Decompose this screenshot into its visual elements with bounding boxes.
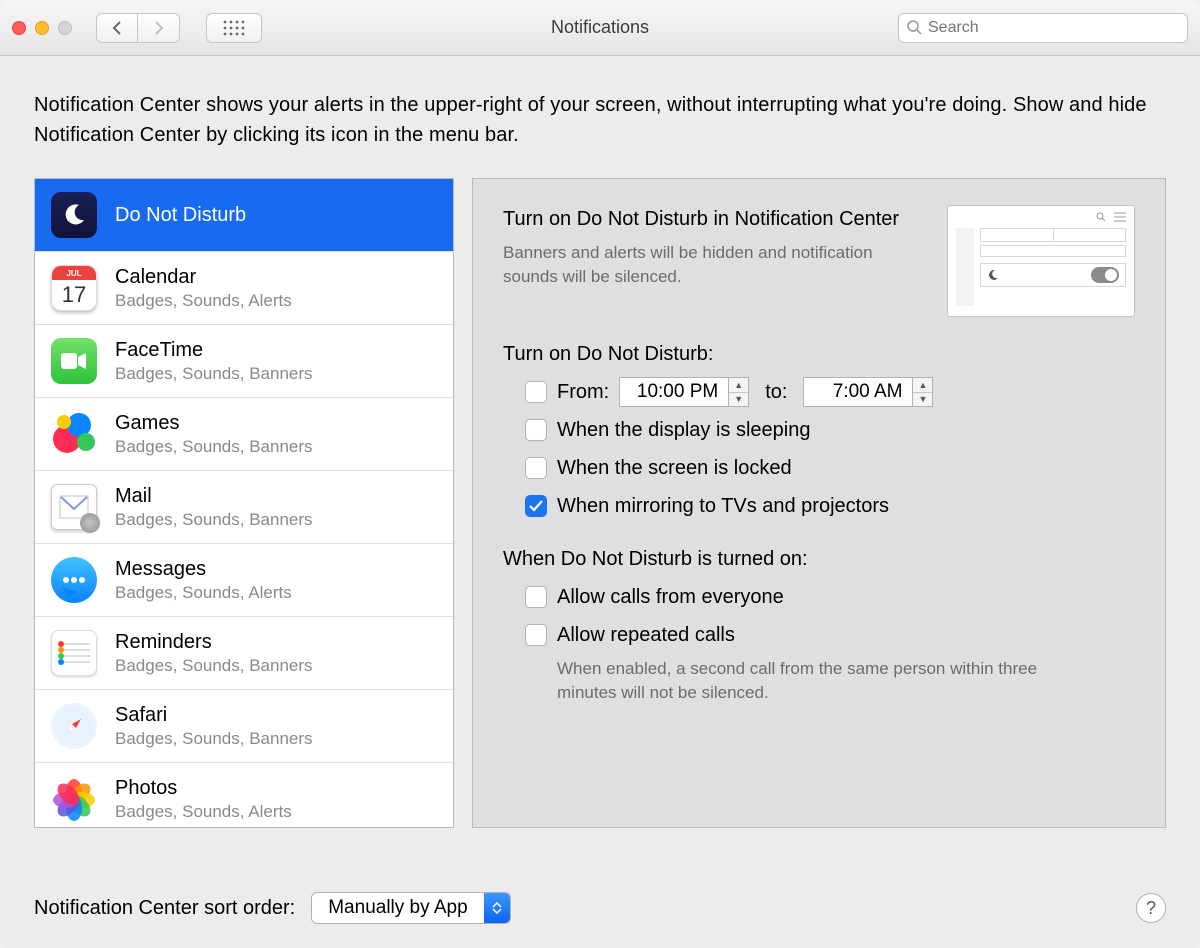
select-arrows-icon — [484, 893, 510, 923]
label-allow-everyone: Allow calls from everyone — [557, 586, 784, 609]
sidebar-item-label: FaceTime — [115, 339, 313, 362]
sidebar-item-label: Calendar — [115, 266, 292, 289]
search-input[interactable] — [928, 19, 1179, 37]
checkmark-icon — [529, 500, 543, 512]
sidebar-item-reminders[interactable]: .ic-rem .line:nth-child(1)::before{backg… — [35, 617, 453, 690]
checkbox-mirroring[interactable] — [525, 495, 547, 517]
sidebar-item-sub: Badges, Sounds, Banners — [115, 510, 313, 530]
sidebar-item-sub: Badges, Sounds, Alerts — [115, 291, 292, 311]
sidebar-item-label: Messages — [115, 558, 292, 581]
mail-icon — [51, 484, 97, 530]
stepper-down-icon[interactable]: ▼ — [913, 393, 932, 407]
stepper-up-icon[interactable]: ▲ — [729, 378, 748, 393]
stepper-up-icon[interactable]: ▲ — [913, 378, 932, 393]
intro-text: Notification Center shows your alerts in… — [34, 90, 1166, 150]
sidebar-item-messages[interactable]: Messages Badges, Sounds, Alerts — [35, 544, 453, 617]
list-icon — [1114, 212, 1126, 222]
search-icon — [907, 20, 922, 35]
detail-panel: Turn on Do Not Disturb in Notification C… — [472, 178, 1166, 828]
notifications-preference-pane: { "window": { "title": "Notifications" }… — [0, 0, 1200, 948]
game-center-icon — [51, 411, 97, 457]
checkbox-allow-repeated[interactable] — [525, 624, 547, 646]
checkbox-screen-locked[interactable] — [525, 457, 547, 479]
messages-icon — [51, 557, 97, 603]
sidebar-item-mail[interactable]: Mail Badges, Sounds, Banners — [35, 471, 453, 544]
zoom-window-button[interactable] — [58, 21, 72, 35]
detail-heading: Turn on Do Not Disturb in Notification C… — [503, 205, 921, 233]
detail-subheading: Banners and alerts will be hidden and no… — [503, 241, 903, 289]
dnd-preview-graphic — [947, 205, 1135, 317]
section-turn-on-title: Turn on Do Not Disturb: — [503, 343, 1135, 366]
content-area: Notification Center shows your alerts in… — [0, 56, 1200, 828]
sidebar-item-label: Reminders — [115, 631, 313, 654]
safari-icon — [51, 703, 97, 749]
panels: Do Not Disturb JUL17 Calendar Badges, So… — [34, 178, 1166, 828]
sort-order-label: Notification Center sort order: — [34, 897, 295, 920]
window-controls — [12, 21, 72, 35]
sort-order-select[interactable]: Manually by App — [311, 892, 510, 924]
sort-order-value: Manually by App — [312, 897, 483, 919]
search-field[interactable] — [898, 13, 1188, 43]
app-list[interactable]: Do Not Disturb JUL17 Calendar Badges, So… — [34, 178, 454, 828]
repeated-help-text: When enabled, a second call from the sam… — [557, 657, 1097, 705]
sidebar-item-calendar[interactable]: JUL17 Calendar Badges, Sounds, Alerts — [35, 252, 453, 325]
checkbox-from-time[interactable] — [525, 381, 547, 403]
titlebar: Notifications — [0, 0, 1200, 56]
forward-button[interactable] — [138, 13, 180, 43]
sidebar-item-sub: Badges, Sounds, Alerts — [115, 802, 292, 822]
label-allow-repeated: Allow repeated calls — [557, 624, 735, 647]
label-display-sleeping: When the display is sleeping — [557, 419, 810, 442]
chevron-left-icon — [111, 21, 123, 35]
search-icon — [1096, 212, 1106, 222]
sidebar-item-label: Photos — [115, 777, 292, 800]
close-window-button[interactable] — [12, 21, 26, 35]
section-when-on-title: When Do Not Disturb is turned on: — [503, 548, 1135, 571]
stepper-down-icon[interactable]: ▼ — [729, 393, 748, 407]
sidebar-item-sub: Badges, Sounds, Banners — [115, 364, 313, 384]
sidebar-item-label: Safari — [115, 704, 313, 727]
show-all-button[interactable] — [206, 13, 262, 43]
photos-icon — [51, 777, 97, 823]
to-label: to: — [765, 381, 787, 404]
sidebar-item-label: Games — [115, 412, 313, 435]
moon-icon — [51, 192, 97, 238]
nav-segment — [96, 13, 180, 43]
sidebar-item-photos[interactable]: Photos Badges, Sounds, Alerts — [35, 763, 453, 828]
from-time-value[interactable]: 10:00 PM — [619, 377, 729, 407]
label-screen-locked: When the screen is locked — [557, 457, 792, 480]
toggle-icon — [1091, 267, 1119, 283]
to-time-value[interactable]: 7:00 AM — [803, 377, 913, 407]
bottom-bar: Notification Center sort order: Manually… — [34, 892, 1166, 924]
sidebar-item-games[interactable]: Games Badges, Sounds, Banners — [35, 398, 453, 471]
calendar-icon: JUL17 — [51, 265, 97, 311]
moon-icon — [987, 269, 999, 281]
chevron-right-icon — [153, 21, 165, 35]
sidebar-item-label: Mail — [115, 485, 313, 508]
to-time-stepper[interactable]: 7:00 AM ▲▼ — [803, 377, 933, 407]
facetime-icon — [51, 338, 97, 384]
sidebar-item-dnd[interactable]: Do Not Disturb — [35, 179, 453, 252]
sidebar-item-sub: Badges, Sounds, Banners — [115, 729, 313, 749]
checkbox-display-sleeping[interactable] — [525, 419, 547, 441]
from-time-stepper[interactable]: 10:00 PM ▲▼ — [619, 377, 749, 407]
from-label: From: — [557, 381, 609, 404]
reminders-icon: .ic-rem .line:nth-child(1)::before{backg… — [51, 630, 97, 676]
grid-icon — [223, 20, 245, 36]
sidebar-item-label: Do Not Disturb — [115, 204, 246, 227]
help-button[interactable]: ? — [1136, 893, 1166, 923]
sidebar-item-sub: Badges, Sounds, Alerts — [115, 583, 292, 603]
checkbox-allow-everyone[interactable] — [525, 586, 547, 608]
label-mirroring: When mirroring to TVs and projectors — [557, 495, 889, 518]
sidebar-item-sub: Badges, Sounds, Banners — [115, 656, 313, 676]
sidebar-item-safari[interactable]: Safari Badges, Sounds, Banners — [35, 690, 453, 763]
minimize-window-button[interactable] — [35, 21, 49, 35]
sidebar-item-sub: Badges, Sounds, Banners — [115, 437, 313, 457]
sidebar-item-facetime[interactable]: FaceTime Badges, Sounds, Banners — [35, 325, 453, 398]
back-button[interactable] — [96, 13, 138, 43]
